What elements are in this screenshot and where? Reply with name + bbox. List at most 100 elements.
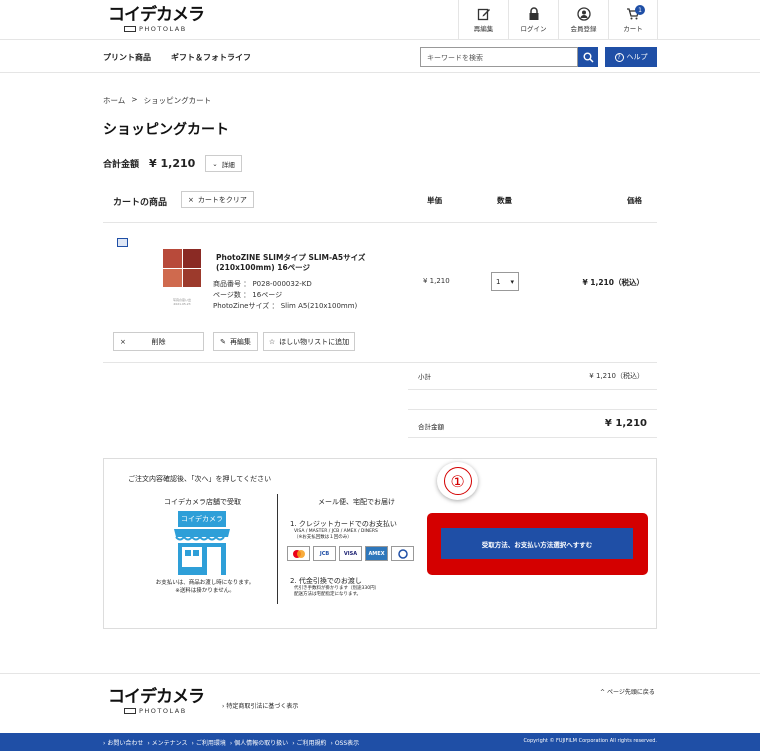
- column-qty: 数量: [497, 196, 512, 205]
- register-nav-button[interactable]: 会員登録: [558, 0, 608, 40]
- column-price: 価格: [627, 196, 642, 205]
- search-button[interactable]: [578, 47, 598, 67]
- footer-bar: › お問い合わせ › メンテナンス › ご利用環境 › 個人情報の取り扱い › …: [0, 733, 760, 751]
- divider: [103, 362, 657, 363]
- total-value: ¥ 1,210: [149, 157, 196, 170]
- cart-nav-label: カート: [623, 25, 643, 33]
- cod-option: 2. 代金引換でのお渡し: [290, 577, 362, 585]
- close-icon: ×: [120, 337, 126, 346]
- help-button[interactable]: ? ヘルプ: [605, 47, 657, 67]
- footer-link-oss[interactable]: › OSS表示: [331, 738, 360, 747]
- credit-card-option: 1. クレジットカードでのお支払い: [290, 520, 397, 528]
- detail-label: 詳細: [221, 160, 235, 169]
- footer-link-privacy[interactable]: › 個人情報の取り扱い: [230, 738, 288, 747]
- help-icon: ?: [614, 52, 624, 62]
- camera-icon: [124, 26, 136, 32]
- footer-link-terms[interactable]: › ご利用規約: [292, 738, 326, 747]
- thumbnail-caption: 写真の思い出 2021.05.23: [172, 298, 191, 306]
- cart-count-badge: 1: [635, 5, 645, 15]
- footer-link-maintenance[interactable]: › メンテナンス: [147, 738, 187, 747]
- footer-link-contact[interactable]: › お問い合わせ: [103, 738, 143, 747]
- store-note: お支払いは、商品お渡し時になります。 ※送料は掛かりません。: [155, 580, 255, 594]
- quantity-select[interactable]: 1 ▾: [491, 272, 519, 291]
- logo-subtext: PHOTOLAB: [124, 25, 204, 33]
- wishlist-button[interactable]: ☆ ほしい物リストに追加: [263, 332, 355, 351]
- clear-cart-label: カートをクリア: [197, 195, 247, 204]
- visa-icon: VISA: [339, 546, 362, 561]
- help-label: ヘルプ: [626, 53, 648, 61]
- footer-logo-sub-label: PHOTOLAB: [139, 707, 187, 715]
- breadcrumb: ホーム > ショッピングカート: [103, 95, 211, 106]
- camera-icon: [124, 708, 136, 714]
- divider: [408, 389, 657, 390]
- nav-print-products[interactable]: プリント商品: [103, 52, 151, 63]
- footer-logo[interactable]: コイデカメラ PHOTOLAB: [108, 688, 205, 715]
- amex-icon: AMEX: [365, 546, 388, 561]
- cart-nav-button[interactable]: カート 1: [608, 0, 658, 40]
- diners-icon: [391, 546, 414, 561]
- store-pickup-title: コイデカメラ店舗で受取: [164, 498, 241, 506]
- page-top-label: ページ先頭に戻る: [606, 689, 655, 696]
- reedit-item-button[interactable]: ✎ 再編集: [213, 332, 258, 351]
- step-marker: ①: [437, 462, 478, 500]
- product-name[interactable]: PhotoZINE SLIMタイプ SLIM-A5サイズ(210x100mm) …: [216, 253, 366, 273]
- star-icon: ☆: [268, 337, 276, 346]
- breadcrumb-home[interactable]: ホーム: [103, 95, 125, 106]
- chevron-down-icon: ⌄: [212, 159, 218, 168]
- total-label: 合計金額: [103, 160, 140, 170]
- login-nav-button[interactable]: ログイン: [508, 0, 558, 40]
- proceed-to-payment-button[interactable]: 受取方法、お支払い方法選択へすすむ: [441, 528, 633, 559]
- footer-logo-subtext: PHOTOLAB: [124, 707, 204, 715]
- legal-notice-label: 特定商取引法に基づく表示: [226, 703, 299, 710]
- reedit-label: 再編集: [229, 337, 251, 346]
- footer-link-environment[interactable]: › ご利用環境: [192, 738, 226, 747]
- dropdown-arrow-icon: ▾: [510, 278, 514, 286]
- credit-card-note: VISA / MASTER / JCB / AMEX / DINERS （※お支…: [294, 529, 378, 540]
- nav-gift-photolife[interactable]: ギフト＆フォトライフ: [171, 52, 251, 63]
- product-size: PhotoZineサイズ ： Slim A5(210x100mm): [213, 302, 358, 310]
- copyright: Copyright © FUJIFILM Corporation All rig…: [523, 738, 657, 744]
- grand-total-label: 合計金額: [418, 423, 444, 431]
- card-logos: JCB VISA AMEX: [287, 546, 414, 561]
- legal-notice-link[interactable]: › 特定商取引法に基づく表示: [222, 701, 298, 710]
- store-sign-text: コイデカメラ: [181, 514, 223, 523]
- edit-icon: ✎: [220, 337, 226, 346]
- footer-links: › お問い合わせ › メンテナンス › ご利用環境 › 個人情報の取り扱い › …: [103, 738, 359, 747]
- product-meta: 商品番号 ： P028-000032-KD ページ数 ： 16ページ Photo…: [213, 279, 357, 312]
- detail-toggle-button[interactable]: ⌄ 詳細: [205, 155, 242, 172]
- delete-label: 削除: [151, 337, 166, 346]
- product-code: 商品番号 ： P028-000032-KD: [213, 280, 312, 288]
- product-thumbnail[interactable]: [163, 249, 201, 287]
- clear-cart-button[interactable]: × カートをクリア: [181, 191, 254, 208]
- cart-header: カートの商品 × カートをクリア 単価 数量 価格: [103, 183, 657, 223]
- image-icon: [117, 238, 128, 247]
- jcb-icon: JCB: [313, 546, 336, 561]
- subtotal-label: 小計: [418, 373, 431, 381]
- item-price: ¥ 1,210（税込）: [582, 278, 644, 287]
- cod-note: 代引き手数料が掛かります（別途330円） 配送方法は宅配指定になります。: [294, 586, 380, 597]
- item-unit-price: ¥ 1,210: [423, 277, 450, 285]
- reedit-nav-button[interactable]: 再編集: [458, 0, 508, 40]
- grand-total-value: ¥ 1,210: [604, 418, 647, 429]
- search-input[interactable]: キーワードを検索: [420, 47, 578, 67]
- delete-item-button[interactable]: × 削除: [113, 332, 204, 351]
- grand-total-box: 合計金額 ¥ 1,210: [408, 409, 657, 438]
- quantity-value: 1: [496, 278, 501, 286]
- product-pages: ページ数 ： 16ページ: [213, 291, 283, 299]
- logo-text: コイデカメラ: [108, 5, 205, 25]
- step-number: ①: [443, 467, 472, 495]
- logo-sub-label: PHOTOLAB: [139, 25, 187, 33]
- subtotal-value: ¥ 1,210（税込）: [589, 372, 644, 380]
- page-top-link[interactable]: ^ ページ先頭に戻る: [600, 687, 655, 696]
- wishlist-label: ほしい物リストに追加: [279, 337, 350, 346]
- column-unit-price: 単価: [427, 196, 442, 205]
- breadcrumb-separator: >: [131, 95, 138, 104]
- mastercard-icon: [287, 546, 310, 561]
- login-nav-label: ログイン: [520, 25, 547, 33]
- register-nav-label: 会員登録: [570, 25, 597, 33]
- total-row: 合計金額 ¥ 1,210 ⌄ 詳細: [103, 155, 242, 172]
- site-logo[interactable]: コイデカメラ PHOTOLAB: [108, 5, 205, 33]
- mail-delivery-title: メール便、宅配でお届け: [318, 498, 395, 506]
- lock-icon: [529, 7, 538, 20]
- search-icon: [583, 52, 594, 63]
